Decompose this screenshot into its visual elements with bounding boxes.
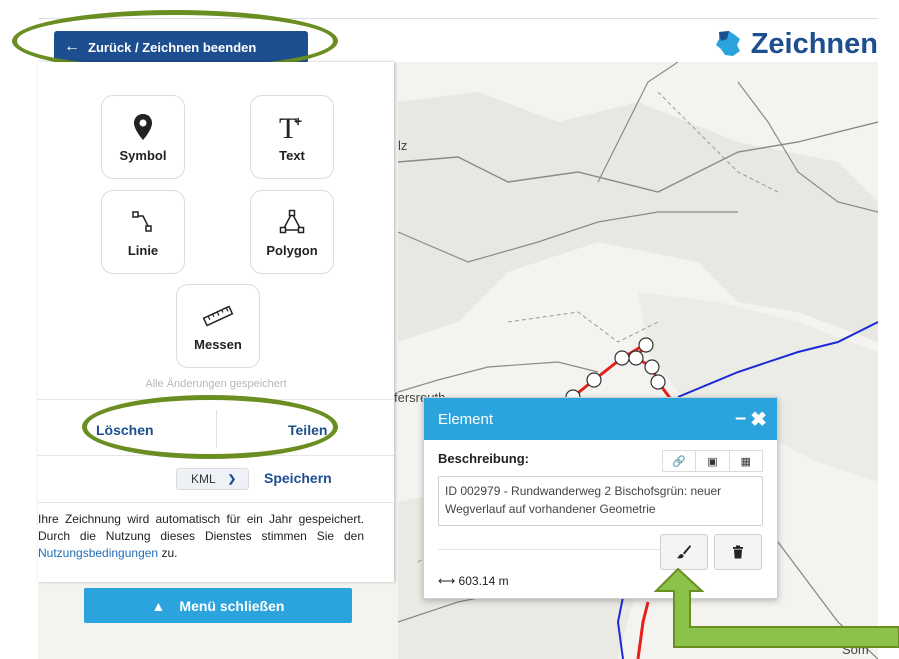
app-title: Zeichnen bbox=[713, 27, 878, 61]
ruler-icon bbox=[202, 301, 234, 331]
description-textarea[interactable]: ID 002979 - Rundwanderweg 2 Bischofsgrün… bbox=[438, 476, 763, 526]
length-arrow-icon: ⟷ bbox=[438, 574, 456, 588]
svg-text:+: + bbox=[294, 113, 302, 129]
tool-polygon-button[interactable]: Polygon bbox=[250, 190, 334, 274]
description-toolbar: 🔗 ▣ ▦ bbox=[662, 450, 763, 472]
top-bar: ← Zurück / Zeichnen beenden Zeichnen bbox=[38, 18, 878, 63]
route-vertex[interactable] bbox=[614, 350, 630, 366]
divider bbox=[38, 502, 394, 503]
brush-icon bbox=[677, 545, 691, 559]
tool-line-button[interactable]: Linie bbox=[101, 190, 185, 274]
polygon-icon bbox=[279, 207, 305, 237]
format-select-value: KML bbox=[191, 472, 216, 486]
format-select[interactable]: KML ❯ bbox=[176, 468, 249, 490]
save-link[interactable]: Speichern bbox=[264, 470, 332, 486]
close-icon[interactable]: ✖ bbox=[750, 407, 767, 432]
page-title: Zeichnen bbox=[750, 27, 878, 60]
chevron-down-icon: ❯ bbox=[227, 473, 237, 485]
bavaria-map-icon bbox=[715, 31, 740, 56]
screen: lz fersreuth Som ← Zurück / Zeichnen bee… bbox=[0, 0, 899, 659]
element-panel: Element – ✖ Beschreibung: 🔗 ▣ ▦ ID 00297… bbox=[423, 397, 778, 599]
style-brush-button[interactable] bbox=[660, 534, 708, 570]
route-vertex[interactable] bbox=[586, 372, 602, 388]
drawing-sidebar: Symbol T + Text Linie Polygon Messen All… bbox=[38, 62, 394, 582]
info-text-body: Ihre Zeichnung wird automatisch für ein … bbox=[38, 512, 364, 543]
text-plus-icon: T + bbox=[279, 112, 305, 142]
tool-label: Messen bbox=[194, 336, 242, 352]
divider bbox=[38, 455, 394, 456]
tool-symbol-button[interactable]: Symbol bbox=[101, 95, 185, 179]
map-label-corner: Som bbox=[842, 642, 869, 657]
film-icon[interactable]: ▦ bbox=[730, 451, 762, 471]
route-vertex[interactable] bbox=[638, 337, 654, 353]
map-marker-icon bbox=[133, 112, 153, 142]
map-label: lz bbox=[398, 138, 408, 153]
close-menu-button[interactable]: ▲ Menü schließen bbox=[84, 588, 352, 623]
back-finish-drawing-button[interactable]: ← Zurück / Zeichnen beenden bbox=[54, 31, 308, 63]
share-link[interactable]: Teilen bbox=[288, 422, 327, 438]
line-icon bbox=[131, 207, 155, 237]
saved-status: Alle Änderungen gespeichert bbox=[145, 378, 287, 390]
trash-icon bbox=[733, 545, 743, 559]
caret-up-icon: ▲ bbox=[151, 597, 166, 614]
road-line bbox=[397, 361, 599, 393]
tool-label: Linie bbox=[127, 242, 159, 258]
info-text: Ihre Zeichnung wird automatisch für ein … bbox=[38, 511, 364, 562]
minimize-icon[interactable]: – bbox=[735, 407, 746, 432]
tool-label: Text bbox=[279, 147, 305, 163]
panel-title: Element bbox=[438, 410, 494, 428]
link-icon[interactable]: 🔗 bbox=[663, 451, 697, 471]
forest-area bbox=[398, 92, 878, 342]
close-menu-label: Menü schließen bbox=[179, 597, 285, 614]
panel-header: Element – ✖ bbox=[424, 398, 777, 440]
path-line bbox=[507, 311, 659, 343]
tool-text-button[interactable]: T + Text bbox=[250, 95, 334, 179]
tool-label: Polygon bbox=[266, 242, 318, 258]
tool-measure-button[interactable]: Messen bbox=[176, 284, 260, 368]
drawn-route[interactable] bbox=[636, 601, 650, 659]
tool-label: Symbol bbox=[119, 147, 167, 163]
delete-element-button[interactable] bbox=[714, 534, 762, 570]
route-vertex[interactable] bbox=[628, 350, 644, 366]
delete-link[interactable]: Löschen bbox=[96, 422, 154, 438]
length-readout: ⟷ 603.14 m bbox=[438, 574, 509, 588]
terms-link[interactable]: Nutzungsbedingungen bbox=[38, 546, 158, 560]
divider bbox=[438, 549, 660, 550]
image-icon[interactable]: ▣ bbox=[696, 451, 730, 471]
divider bbox=[216, 410, 217, 448]
arrow-left-icon: ← bbox=[64, 38, 80, 55]
route-vertex[interactable] bbox=[644, 359, 660, 375]
length-value: 603.14 m bbox=[458, 574, 509, 588]
back-button-label: Zurück / Zeichnen beenden bbox=[88, 39, 257, 55]
divider bbox=[38, 399, 394, 400]
panel-controls: – ✖ bbox=[735, 407, 767, 432]
description-label: Beschreibung: bbox=[438, 451, 530, 466]
route-vertex[interactable] bbox=[650, 374, 666, 390]
info-text-suffix: zu. bbox=[158, 546, 178, 560]
